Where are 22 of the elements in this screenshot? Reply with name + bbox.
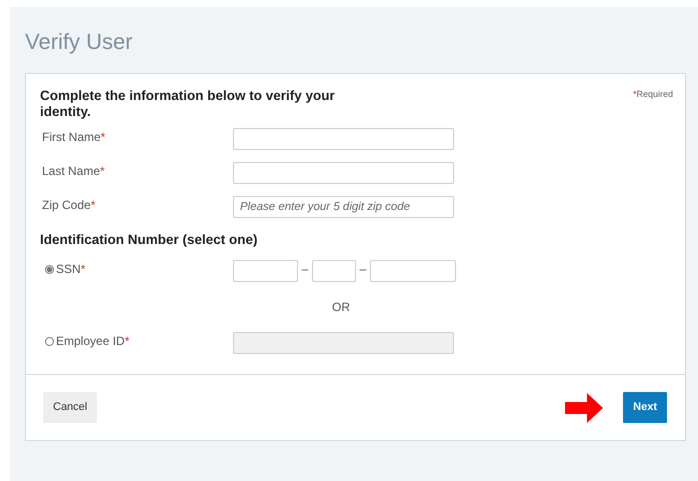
section-heading: Identification Number (select one) xyxy=(40,232,259,248)
input-field[interactable] xyxy=(233,162,454,184)
page-title: Verify User xyxy=(25,29,134,55)
field-label: Zip Code* xyxy=(42,198,96,212)
input-field[interactable] xyxy=(233,128,454,150)
dash-separator: – xyxy=(300,261,310,278)
or-text: OR xyxy=(332,299,350,316)
dash-separator: – xyxy=(358,261,368,278)
input-field[interactable] xyxy=(312,260,356,282)
radio-button[interactable] xyxy=(45,264,54,274)
next-button[interactable]: Next xyxy=(623,392,667,423)
field-label: Last Name* xyxy=(42,164,105,178)
arrow-icon xyxy=(565,392,604,422)
option-label: Employee ID* xyxy=(56,333,130,350)
required-note: *Required xyxy=(632,88,673,101)
field-label: First Name* xyxy=(42,130,106,144)
option-label: SSN* xyxy=(56,261,86,278)
form-heading: Complete the information below to verify your identity. xyxy=(40,88,336,120)
input-field[interactable] xyxy=(233,260,298,282)
cancel-button[interactable]: Cancel xyxy=(43,392,98,423)
input-field[interactable]: Please enter your 5 digit zip code xyxy=(233,196,454,218)
input-field[interactable] xyxy=(370,260,456,282)
